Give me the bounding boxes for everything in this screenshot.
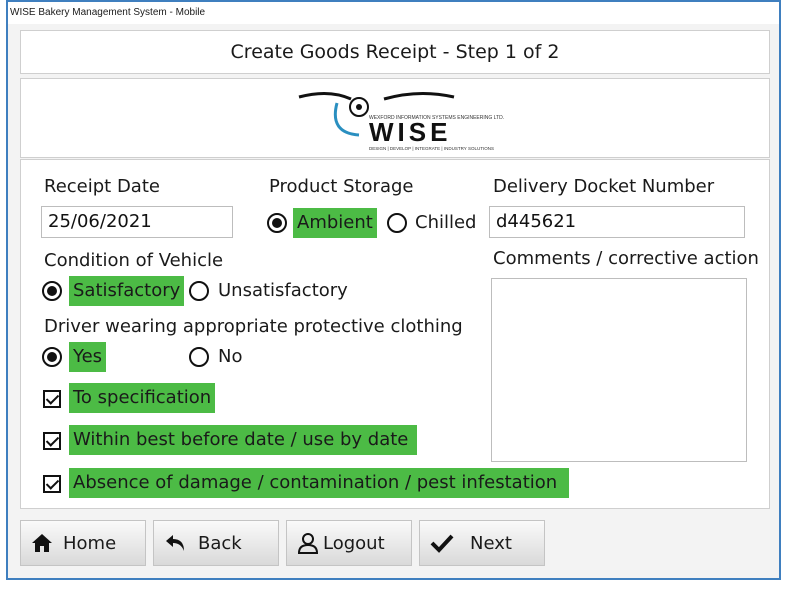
next-button[interactable]: Next: [419, 520, 545, 566]
logout-label: Logout: [323, 532, 385, 554]
home-button[interactable]: Home: [20, 520, 146, 566]
satisfactory-option-label[interactable]: Satisfactory: [69, 276, 185, 306]
logout-button[interactable]: Logout: [286, 520, 412, 566]
home-label: Home: [63, 532, 117, 554]
user-icon: [297, 533, 319, 554]
clothing-label: Driver wearing appropriate protective cl…: [44, 316, 463, 337]
comments-label: Comments / corrective action: [493, 248, 759, 269]
best-before-checkbox[interactable]: [43, 432, 61, 450]
clothing-no-radio[interactable]: [189, 347, 209, 367]
docket-label: Delivery Docket Number: [493, 176, 715, 197]
damage-label[interactable]: Absence of damage / contamination / pest…: [69, 468, 569, 498]
comments-textarea[interactable]: [491, 278, 747, 462]
receipt-date-field[interactable]: 25/06/2021: [41, 206, 233, 238]
unsatisfactory-option-label[interactable]: Unsatisfactory: [218, 276, 348, 306]
damage-checkbox[interactable]: [43, 475, 61, 493]
receipt-date-label: Receipt Date: [44, 176, 160, 197]
docket-number-field[interactable]: d445621: [489, 206, 745, 238]
clothing-no-label[interactable]: No: [218, 342, 242, 372]
satisfactory-radio[interactable]: [42, 281, 62, 301]
vehicle-condition-label: Condition of Vehicle: [44, 250, 224, 271]
to-specification-checkbox[interactable]: [43, 390, 61, 408]
chilled-option-label[interactable]: Chilled: [415, 208, 476, 238]
product-storage-label: Product Storage: [269, 176, 414, 197]
best-before-label[interactable]: Within best before date / use by date: [69, 425, 417, 455]
logo-panel: WEXFORD INFORMATION SYSTEMS ENGINEERING …: [20, 78, 770, 158]
clothing-yes-radio[interactable]: [42, 347, 62, 367]
ambient-radio[interactable]: [267, 213, 287, 233]
ambient-option-label[interactable]: Ambient: [293, 208, 377, 238]
clothing-yes-label[interactable]: Yes: [69, 342, 107, 372]
unsatisfactory-radio[interactable]: [189, 281, 209, 301]
logo-tagline: DESIGN | DEVELOP | INTEGRATE | INDUSTRY …: [369, 146, 494, 151]
chilled-radio[interactable]: [387, 213, 407, 233]
window-title: WISE Bakery Management System - Mobile: [8, 2, 779, 24]
page-title: Create Goods Receipt - Step 1 of 2: [20, 30, 770, 74]
nav-bar: Home Back Logout Next: [20, 516, 770, 572]
receipt-form: Receipt Date 25/06/2021 Product Storage …: [20, 159, 770, 509]
app-window: WISE Bakery Management System - Mobile C…: [6, 0, 781, 580]
wise-logo: WEXFORD INFORMATION SYSTEMS ENGINEERING …: [298, 91, 504, 151]
back-label: Back: [198, 532, 242, 554]
checkmark-icon: [430, 534, 454, 553]
next-label: Next: [470, 532, 512, 554]
home-icon: [32, 534, 52, 552]
back-arrow-icon: [166, 535, 184, 551]
back-button[interactable]: Back: [153, 520, 279, 566]
logo-brand: WISE: [369, 117, 451, 147]
to-specification-label[interactable]: To specification: [69, 383, 215, 413]
